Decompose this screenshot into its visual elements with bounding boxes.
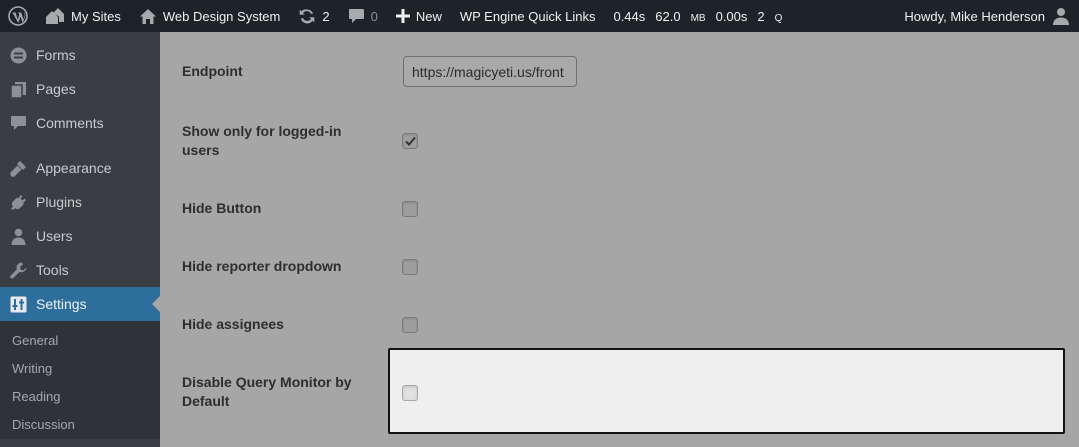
qm-queries-value: 2 xyxy=(757,8,765,24)
qm-queries: 2Q xyxy=(757,9,782,24)
my-account-menu[interactable]: Howdy, Mike Henderson xyxy=(895,0,1079,32)
hide-assignees-label: Hide assignees xyxy=(182,316,284,332)
hide-button-checkbox[interactable] xyxy=(402,201,418,217)
sidebar-item-label: Appearance xyxy=(36,160,112,176)
hide-reporter-checkbox[interactable] xyxy=(402,259,418,275)
sidebar-item-settings[interactable]: Settings xyxy=(0,287,160,321)
pages-icon xyxy=(10,81,26,98)
forms-icon xyxy=(10,47,27,63)
disable-qm-label: Disable Query Monitor by Default xyxy=(182,374,352,409)
sidebar-item-label: Forms xyxy=(36,47,76,63)
sites-icon xyxy=(46,8,64,24)
disable-qm-checkbox[interactable] xyxy=(402,385,418,401)
qm-time: 0.44s xyxy=(613,8,646,24)
qm-db-time: 0.00s xyxy=(715,8,748,24)
admin-bar: My Sites Web Design System 2 0 New WP En… xyxy=(0,0,1079,32)
plus-icon xyxy=(395,9,410,23)
endpoint-label: Endpoint xyxy=(182,63,243,79)
sidebar-item-appearance[interactable]: Appearance xyxy=(0,151,160,185)
wp-engine-quick-links[interactable]: WP Engine Quick Links xyxy=(451,0,605,32)
sidebar-item-users[interactable]: Users xyxy=(0,219,160,253)
sidebar-item-label: Users xyxy=(36,228,73,244)
site-name-menu[interactable]: Web Design System xyxy=(130,0,290,32)
comments-count: 0 xyxy=(370,8,378,24)
highlight-overlay xyxy=(388,348,1065,434)
settings-icon xyxy=(10,296,27,312)
sidebar-item-label: Tools xyxy=(36,262,69,278)
howdy-label: Howdy, Mike Henderson xyxy=(904,8,1045,24)
sidebar-item-label: Pages xyxy=(36,81,76,97)
endpoint-input[interactable] xyxy=(403,56,577,87)
wordpress-logo-menu[interactable] xyxy=(0,0,36,32)
hide-button-label: Hide Button xyxy=(182,200,262,216)
my-sites-label: My Sites xyxy=(71,8,121,24)
sidebar-item-comments[interactable]: Comments xyxy=(0,106,160,140)
user-avatar-icon xyxy=(1053,8,1069,25)
quick-links-label: WP Engine Quick Links xyxy=(459,8,596,24)
sidebar-item-label: Plugins xyxy=(36,194,82,210)
sidebar-item-pages[interactable]: Pages xyxy=(0,72,160,106)
updates-menu[interactable]: 2 xyxy=(289,0,338,32)
comment-bubble-icon xyxy=(348,9,364,23)
sidebar-item-label: Comments xyxy=(36,115,104,131)
submenu-item-writing[interactable]: Writing xyxy=(0,355,160,383)
hide-reporter-label: Hide reporter dropdown xyxy=(182,258,342,274)
sidebar-item-label: Settings xyxy=(36,296,87,312)
updates-count: 2 xyxy=(322,8,330,24)
qm-memory-unit: MB xyxy=(690,12,706,24)
sidebar-item-plugins[interactable]: Plugins xyxy=(0,185,160,219)
site-name-label: Web Design System xyxy=(162,8,281,24)
appearance-icon xyxy=(10,160,26,177)
settings-submenu: General Writing Reading Discussion xyxy=(0,321,160,439)
submenu-item-reading[interactable]: Reading xyxy=(0,383,160,411)
plugins-icon xyxy=(11,194,26,210)
submenu-item-general[interactable]: General xyxy=(0,327,160,355)
qm-memory: 62.0 MB xyxy=(655,9,705,24)
tools-icon xyxy=(10,262,27,279)
logged-in-checkbox[interactable] xyxy=(402,133,418,149)
new-label: New xyxy=(415,8,442,24)
wordpress-logo-icon xyxy=(8,6,28,26)
users-icon xyxy=(11,228,26,245)
new-content-menu[interactable]: New xyxy=(387,0,451,32)
my-sites-menu[interactable]: My Sites xyxy=(36,0,130,32)
submenu-item-discussion[interactable]: Discussion xyxy=(0,411,160,439)
hide-assignees-checkbox[interactable] xyxy=(402,317,418,333)
query-monitor-menu[interactable]: 0.44s 62.0 MB 0.00s 2Q xyxy=(604,0,791,32)
logged-in-label: Show only for logged-in users xyxy=(182,123,342,158)
qm-queries-unit: Q xyxy=(774,12,783,24)
sidebar-item-tools[interactable]: Tools xyxy=(0,253,160,287)
qm-memory-value: 62.0 xyxy=(655,8,681,24)
comments-menu[interactable]: 0 xyxy=(339,0,387,32)
admin-sidebar: Forms Pages Comments Appearance Plugins … xyxy=(0,32,160,447)
comments-icon xyxy=(11,115,26,130)
refresh-icon xyxy=(300,9,315,24)
sidebar-item-forms[interactable]: Forms xyxy=(0,38,160,72)
checkmark-icon xyxy=(405,136,416,146)
home-icon xyxy=(139,8,156,24)
